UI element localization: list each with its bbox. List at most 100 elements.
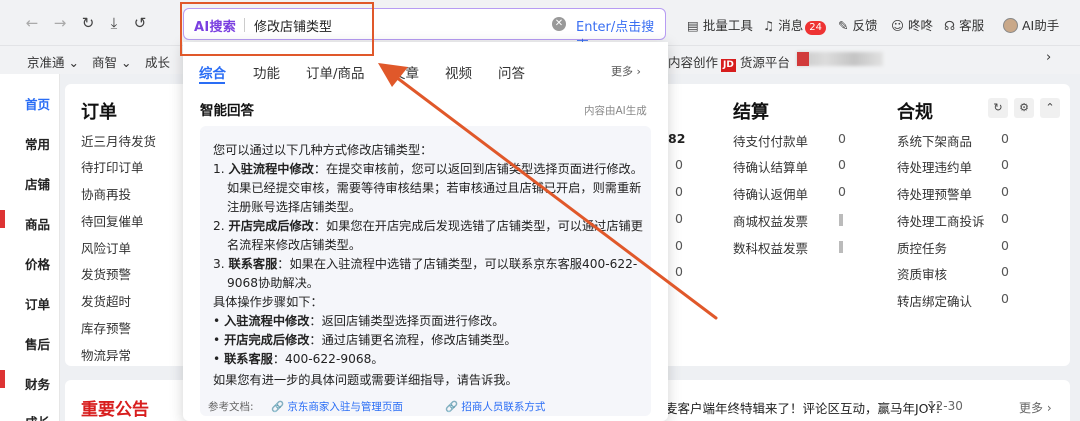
nav-item-jingzhuntong[interactable]: 京准通 ⌄ — [27, 52, 79, 71]
search-box[interactable]: AI搜索 修改店铺类型 ✕ Enter/点击搜索 — [183, 8, 666, 54]
order-row[interactable]: 库存预警 — [81, 318, 131, 337]
link-icon: 🔗 — [445, 401, 459, 413]
middle-value[interactable]: 0 — [675, 184, 683, 199]
messages-button[interactable]: ♫ 消息 24 — [763, 15, 826, 35]
compliance-value[interactable]: 0 — [1001, 238, 1009, 253]
tab-videos[interactable]: 视频 — [445, 62, 472, 82]
sidebar-item-common[interactable]: 常用 — [25, 134, 50, 153]
announcement-more-link[interactable]: 更多 › — [1019, 399, 1052, 416]
tab-orders-products[interactable]: 订单/商品 — [306, 62, 365, 82]
gear-icon[interactable]: ⚙ — [1014, 98, 1034, 118]
feedback-button[interactable]: ✎ 反馈 — [838, 15, 878, 34]
jd-logo: JD — [721, 59, 736, 72]
tabs-more-button[interactable]: 更多 › — [611, 63, 641, 79]
settlement-row[interactable]: 待确认返佣单 — [733, 184, 808, 203]
forward-icon[interactable]: → — [50, 12, 70, 34]
answer-line: 名流程来修改店铺类型。 — [227, 238, 362, 252]
dongdong-button[interactable]: ☺ 咚咚 — [891, 15, 933, 34]
bulk-tools-icon: ▤ — [687, 18, 699, 33]
back-icon[interactable]: ← — [22, 12, 42, 34]
sidebar-item-growth[interactable]: 成长 — [25, 412, 50, 421]
ai-search-badge[interactable]: AI搜索 — [194, 16, 236, 35]
order-row[interactable]: 待打印订单 — [81, 157, 144, 176]
middle-value[interactable]: 0 — [675, 157, 683, 172]
orders-title: 订单 — [81, 102, 117, 123]
compliance-value[interactable]: 0 — [1001, 131, 1009, 146]
chevron-right-icon[interactable]: › — [1046, 50, 1051, 65]
settlement-row[interactable]: 商城权益发票 — [733, 211, 808, 230]
order-row[interactable]: 近三月待发货 — [81, 131, 156, 150]
settlement-row[interactable]: 待确认结算单 — [733, 157, 808, 176]
compliance-row[interactable]: 转店绑定确认 — [897, 291, 972, 310]
order-row[interactable]: 发货预警 — [81, 264, 131, 283]
sidebar-item-aftersales[interactable]: 售后 — [25, 334, 50, 353]
order-row[interactable]: 协商再投 — [81, 184, 131, 203]
sidebar-item-orders[interactable]: 订单 — [25, 294, 50, 313]
compliance-value[interactable]: 0 — [1001, 291, 1009, 306]
edge-marker — [0, 210, 5, 228]
compliance-value[interactable]: 0 — [1001, 184, 1009, 199]
order-row[interactable]: 物流异常 — [81, 345, 131, 364]
download-icon[interactable]: ⤓ — [104, 12, 124, 34]
settlement-row[interactable]: 数科权益发票 — [733, 238, 808, 257]
order-row[interactable]: 风险订单 — [81, 238, 131, 257]
compliance-title: 合规 — [897, 102, 933, 123]
tab-articles[interactable]: 文章 — [392, 62, 419, 82]
sidebar-item-products[interactable]: 商品 — [25, 214, 50, 233]
settlement-value[interactable]: 0 — [838, 184, 846, 199]
answer-line: 注册账号选择店铺类型。 — [227, 200, 362, 214]
compliance-row[interactable]: 资质审核 — [897, 264, 947, 283]
compliance-row[interactable]: 待处理工商投诉 — [897, 211, 985, 230]
compliance-row[interactable]: 待处理预警单 — [897, 184, 972, 203]
compliance-row[interactable]: 质控任务 — [897, 238, 947, 257]
announcement-item[interactable]: 麦客户端年终特辑来了！评论区互动，赢马年JOY! — [665, 398, 941, 417]
middle-value[interactable]: 0 — [675, 264, 683, 279]
reference-label: 参考文档: — [208, 401, 254, 413]
reference-link[interactable]: 🔗 招商人员联系方式 — [445, 399, 545, 414]
settlement-value[interactable]: 0 — [838, 157, 846, 172]
middle-value[interactable]: 82 — [668, 131, 685, 146]
compliance-value[interactable]: 0 — [1001, 264, 1009, 279]
nav-item-content-creation[interactable]: 内容创作 — [668, 52, 718, 71]
tab-functions[interactable]: 功能 — [253, 62, 280, 82]
chevron-up-icon[interactable]: ⌃ — [1040, 98, 1060, 118]
refresh-icon[interactable]: ↻ — [78, 12, 98, 34]
compliance-value[interactable]: 0 — [1001, 157, 1009, 172]
undo-icon[interactable]: ↺ — [130, 12, 150, 34]
settlement-row[interactable]: 待支付付款单 — [733, 131, 808, 150]
tab-comprehensive[interactable]: 综合 — [199, 62, 226, 82]
settlement-value[interactable]: 0 — [838, 131, 846, 146]
refresh-icon[interactable]: ↻ — [988, 98, 1008, 118]
ai-assistant-button[interactable]: AI助手 — [1003, 15, 1059, 34]
clear-icon[interactable]: ✕ — [552, 17, 566, 31]
left-sidebar: 首页 常用 店铺 商品 价格 订单 售后 财务 成长 — [0, 74, 60, 421]
avatar — [1003, 18, 1018, 33]
active-tab-indicator — [199, 82, 225, 84]
customer-service-button[interactable]: ☊ 客服 — [944, 15, 984, 34]
bulk-tools-button[interactable]: ▤ 批量工具 — [687, 15, 753, 34]
compliance-row[interactable]: 待处理违约单 — [897, 157, 972, 176]
order-row[interactable]: 待回复催单 — [81, 211, 144, 230]
nav-item-sourcing[interactable]: JD 货源平台 — [721, 52, 790, 72]
middle-value[interactable]: 0 — [675, 238, 683, 253]
answer-item: 2. 开店完成后修改：如果您在开店完成后发现选错了店铺类型，可以通过店铺更 — [213, 219, 643, 233]
sidebar-item-price[interactable]: 价格 — [25, 254, 50, 273]
edit-icon: ✎ — [838, 18, 849, 33]
search-input[interactable]: 修改店铺类型 — [254, 16, 332, 35]
compliance-value[interactable]: 0 — [1001, 211, 1009, 226]
search-results-panel: 综合 功能 订单/商品 文章 视频 问答 更多 › 智能回答 内容由AI生成 您… — [183, 42, 668, 421]
nav-item-shangzhi[interactable]: 商智 ⌄ — [92, 52, 131, 71]
top-bar: ← → ↻ ⤓ ↺ AI搜索 修改店铺类型 ✕ Enter/点击搜索 ▤批量工具… — [0, 0, 1080, 54]
nav-item-chengzhang[interactable]: 成长 — [145, 52, 170, 71]
step-bullet: • 入驻流程中修改：返回店铺类型选择页面进行修改。 — [213, 314, 505, 328]
step-bullet: • 开店完成后修改：通过店铺更名流程，修改店铺类型。 — [213, 333, 517, 347]
chat-icon: ☺ — [891, 18, 905, 33]
sidebar-item-home[interactable]: 首页 — [25, 94, 50, 113]
reference-link[interactable]: 🔗 京东商家入驻与管理页面 — [271, 399, 403, 414]
compliance-row[interactable]: 系统下架商品 — [897, 131, 972, 150]
middle-value[interactable]: 0 — [675, 211, 683, 226]
tab-qa[interactable]: 问答 — [498, 62, 525, 82]
order-row[interactable]: 发货超时 — [81, 291, 131, 310]
sidebar-item-store[interactable]: 店铺 — [25, 174, 50, 193]
sidebar-item-finance[interactable]: 财务 — [25, 374, 50, 393]
